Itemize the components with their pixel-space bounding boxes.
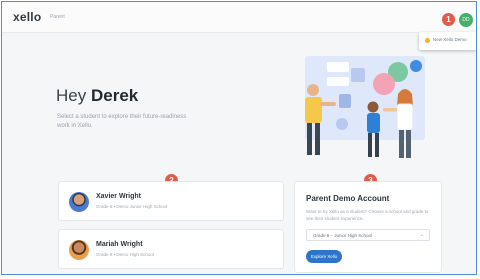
student-school: Grade 6 • Demo Junior High School [96,204,168,209]
user-avatar[interactable]: DD [459,13,473,27]
lightbulb-icon [425,38,430,43]
explore-button[interactable]: Explore Xello [306,250,342,263]
student-school: Grade 9 • Demo High School [96,252,154,257]
student-card[interactable]: Xavier Wright Grade 6 • Demo Junior High… [58,181,284,221]
parent-demo-title: Parent Demo Account [306,194,390,203]
app-window: xello Parent 1 DD New Xello Demo Hey Der… [1,1,477,275]
parent-demo-card: Parent Demo Account Want to try Xello as… [294,181,442,273]
student-name: Xavier Wright [96,193,141,200]
avatar [69,192,89,212]
chevron-down-icon: ⌄ [419,232,424,238]
greeting-name: Derek [90,86,139,105]
logo-subtitle: Parent [50,14,65,20]
school-select[interactable]: Grade 6 – Junior High School ⌄ [306,229,430,241]
step-badge-1: 1 [442,13,455,26]
avatar [69,240,89,260]
top-bar: xello Parent 1 DD [2,2,476,33]
xello-logo[interactable]: xello [13,10,41,24]
tooltip-text: New Xello Demo [433,37,467,42]
new-demo-tooltip[interactable]: New Xello Demo [419,32,476,50]
family-illustration [305,56,425,158]
student-card[interactable]: Mariah Wright Grade 9 • Demo High School [58,229,284,269]
greeting-heading: Hey Derek [56,86,138,106]
greeting-subtitle: Select a student to explore their future… [57,114,187,129]
parent-demo-description: Want to try Xello as a student? Choose a… [306,209,429,221]
student-name: Mariah Wright [96,241,143,248]
greeting-prefix: Hey [56,86,87,105]
school-select-value: Grade 6 – Junior High School [313,233,373,238]
